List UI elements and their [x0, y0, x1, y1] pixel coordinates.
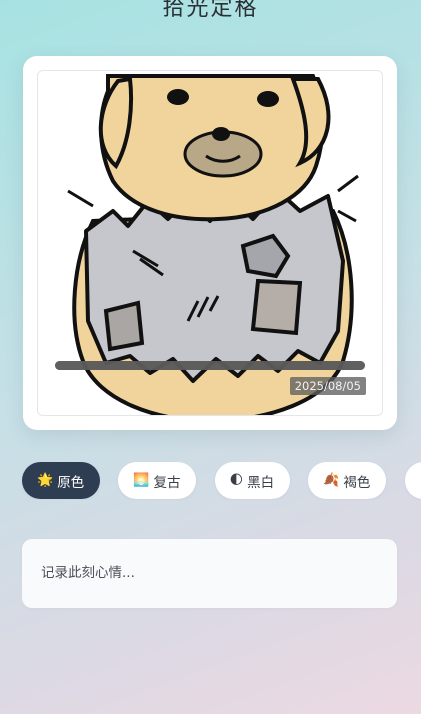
star-icon: 🌟: [37, 473, 54, 488]
sunrise-icon: 🌅: [133, 473, 150, 488]
filter-chip-blackwhite[interactable]: 🌓 黑白: [214, 462, 291, 499]
filter-chip-sepia[interactable]: 🍂 褐色: [308, 462, 387, 499]
filter-chip-row[interactable]: 🌟 原色 🌅 复古 🌓 黑白 🍂 褐色 ✨: [22, 462, 421, 500]
filter-chip-vintage[interactable]: 🌅 复古: [118, 462, 197, 499]
photo-preview[interactable]: 2025/08/05: [37, 70, 383, 416]
leaf-icon: 🍂: [323, 473, 340, 488]
photo-card: 2025/08/05: [23, 56, 397, 430]
date-stamp: 2025/08/05: [289, 377, 366, 395]
playback-progress-fill: [55, 361, 365, 370]
filter-chip-original[interactable]: 🌟 原色: [22, 462, 101, 499]
filter-label: 黑白: [247, 474, 275, 491]
filter-chip-sparkle[interactable]: ✨: [404, 462, 421, 499]
mood-note-input[interactable]: 记录此刻心情...: [22, 539, 397, 608]
filter-label: 原色: [57, 474, 85, 491]
half-moon-icon: 🌓: [229, 473, 244, 488]
page-title: 拾光定格: [162, 0, 259, 21]
filter-label: 褐色: [343, 474, 371, 491]
playback-progress-bar[interactable]: [55, 361, 365, 370]
filter-label: 复古: [153, 474, 181, 491]
